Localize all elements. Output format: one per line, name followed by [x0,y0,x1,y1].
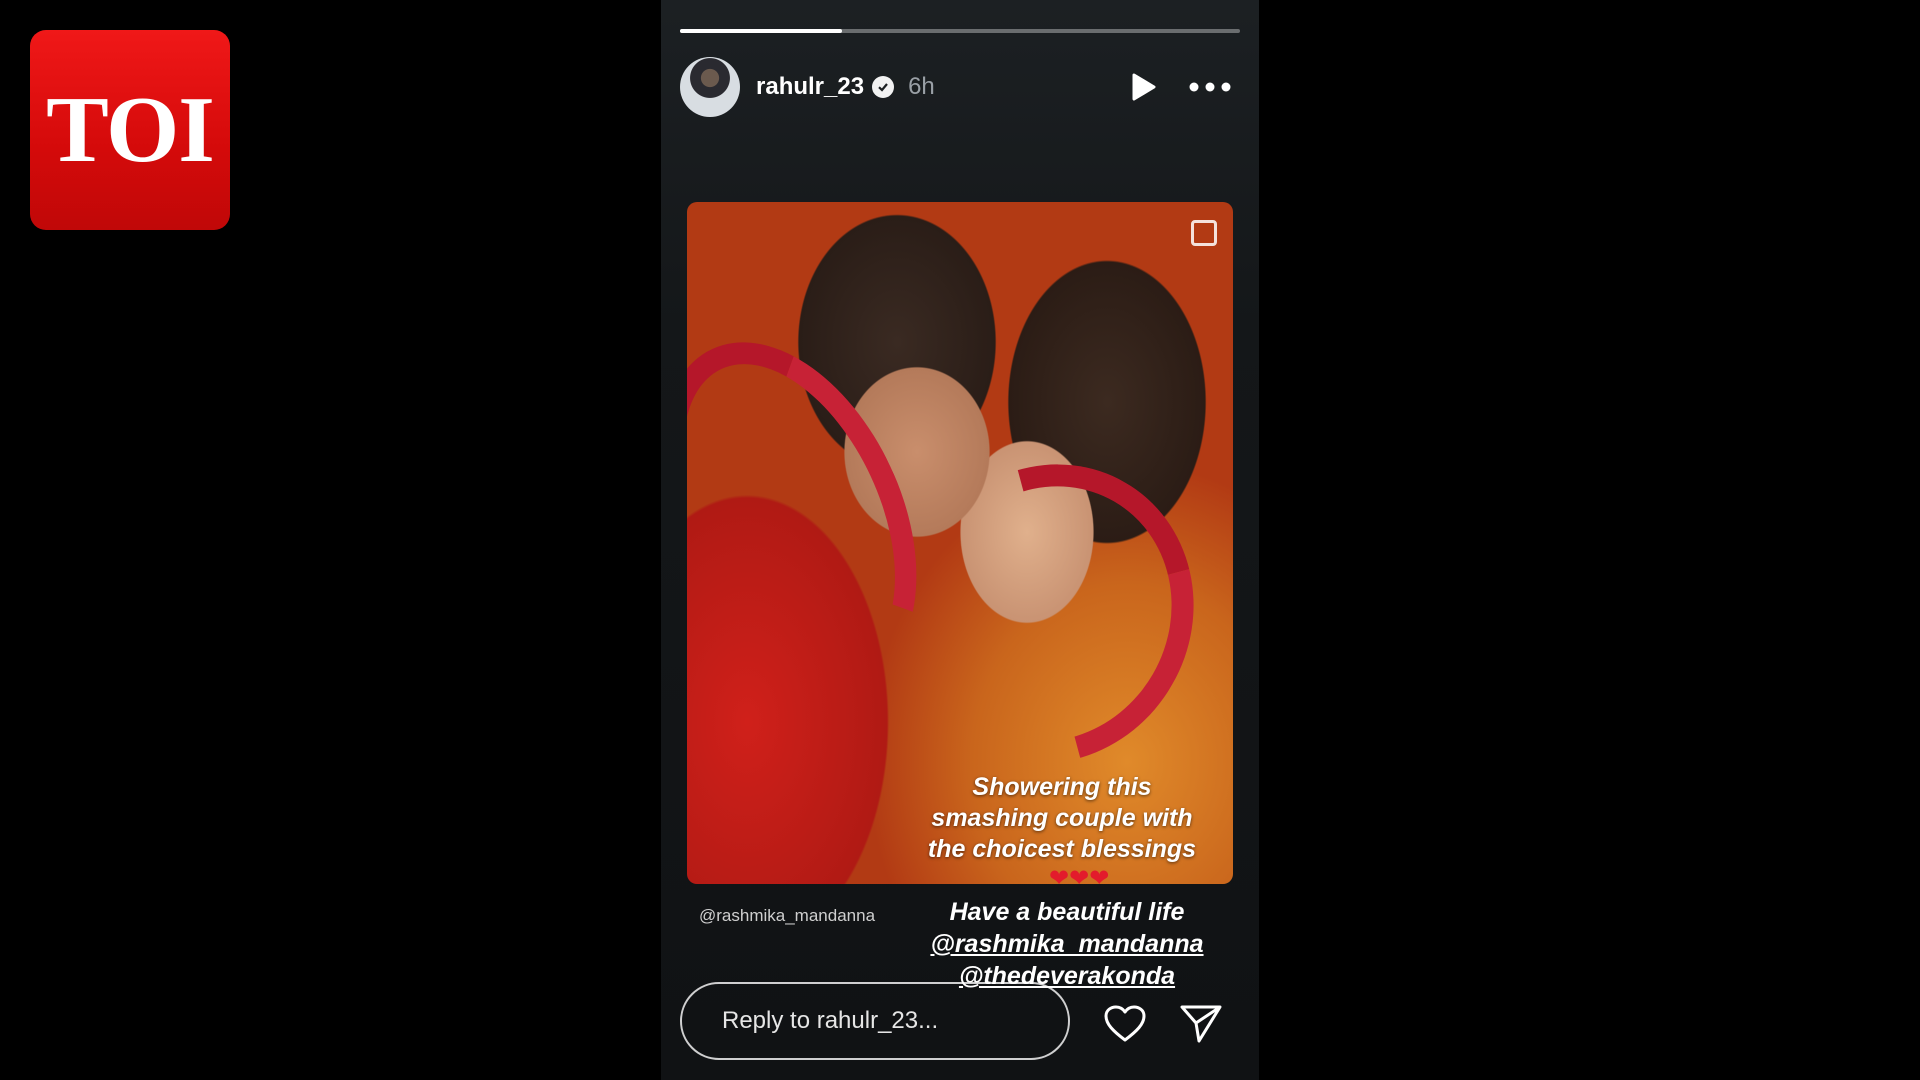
photo-caption: Showering this smashing couple with the … [927,773,1197,863]
story-wish-text: Have a beautiful life @rashmika_mandanna… [897,896,1237,992]
more-icon [1189,82,1231,92]
play-icon [1132,73,1156,101]
send-icon [1180,1005,1222,1043]
reply-input[interactable] [720,1006,1054,1036]
username[interactable]: rahulr_23 [756,73,864,101]
more-options-button[interactable] [1180,67,1240,107]
story-progress-fill [680,29,843,33]
reply-bar[interactable] [680,982,1070,1060]
avatar[interactable] [680,57,740,117]
toi-logo: TOI [30,30,230,230]
story-viewer: rahulr_23 6h Showering this smashing cou… [661,0,1259,1080]
story-header: rahulr_23 6h [680,55,1240,119]
mention-link[interactable]: @rashmika_mandanna [897,928,1237,960]
story-photo[interactable]: Showering this smashing couple with the … [687,202,1233,884]
share-button[interactable] [1177,1000,1225,1048]
story-progress-bar [680,29,1240,33]
like-button[interactable] [1101,1000,1149,1048]
mention-tag[interactable]: @rashmika_mandanna [699,906,875,926]
hearts-emoji: ❤❤❤ [1049,865,1110,884]
carousel-icon [1191,220,1217,246]
post-time: 6h [908,73,935,100]
toi-logo-text: TOI [46,78,215,182]
verified-badge-icon [872,76,895,98]
garland-decoration [850,411,1233,817]
play-button[interactable] [1124,67,1164,107]
heart-icon [1104,1005,1146,1042]
